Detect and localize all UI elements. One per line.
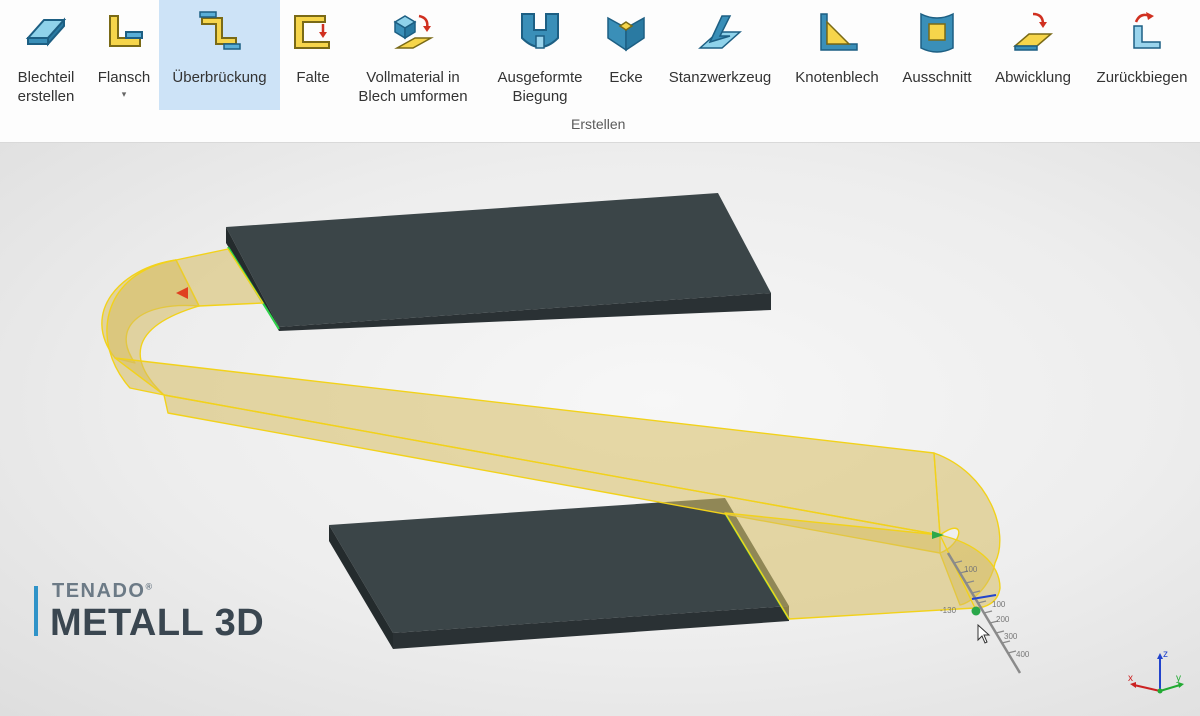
- tool-zurueckbiegen[interactable]: Zurückbiegen: [1086, 0, 1198, 110]
- tool-flansch[interactable]: Flansch ▾: [90, 0, 158, 110]
- convert-solid-icon: [389, 8, 437, 56]
- punch-tool-icon: [696, 8, 744, 56]
- ruler-label: 200: [996, 615, 1010, 624]
- tool-label: Zurückbiegen: [1096, 69, 1188, 86]
- ruler-label: 400: [1016, 650, 1030, 659]
- brand-name: TENADO: [52, 580, 146, 602]
- group-label-text: Erstellen: [571, 116, 626, 132]
- dropdown-caret-icon[interactable]: ▾: [122, 89, 127, 99]
- ruler-label: 100: [964, 565, 978, 574]
- ruler-label: 100: [992, 600, 1006, 609]
- tool-stanzwerkzeug[interactable]: Stanzwerkzeug: [659, 0, 781, 110]
- bridge-icon: [196, 8, 244, 56]
- tool-label: Ecke: [609, 69, 643, 86]
- tool-falte[interactable]: Falte: [286, 0, 340, 110]
- unfold-icon: [1009, 8, 1057, 56]
- gusset-icon: [813, 8, 861, 56]
- axis-label-z: z: [1163, 649, 1168, 660]
- tool-label: Knotenblech: [795, 69, 879, 86]
- tool-label: Flansch: [97, 69, 151, 86]
- tool-label: Ausgeformte Biegung: [497, 69, 583, 105]
- tool-label: Vollmaterial in Blech umformen: [358, 69, 468, 105]
- tool-label: Abwicklung: [995, 69, 1071, 86]
- flange-icon: [100, 8, 148, 56]
- tool-label: Stanzwerkzeug: [668, 69, 772, 86]
- tool-blechteil-erstellen[interactable]: Blechteil erstellen: [4, 0, 88, 110]
- axis-triad-icon[interactable]: z x y: [1122, 645, 1186, 709]
- cutout-icon: [913, 8, 961, 56]
- corner-icon: [602, 8, 650, 56]
- registered-mark: ®: [145, 581, 154, 592]
- refold-icon: [1118, 8, 1166, 56]
- tool-ueberbrueckung[interactable]: Überbrückung: [159, 0, 280, 110]
- mouse-cursor-icon: [977, 623, 991, 644]
- tool-abwicklung[interactable]: Abwicklung: [984, 0, 1082, 110]
- sheet-metal-icon: [22, 8, 70, 56]
- ruler-label: 300: [1004, 632, 1018, 641]
- tool-vollmaterial-umformen[interactable]: Vollmaterial in Blech umformen: [346, 0, 480, 110]
- tool-ausgeformte-biegung[interactable]: Ausgeformte Biegung: [486, 0, 594, 110]
- formed-bend-icon: [516, 8, 564, 56]
- lower-plate[interactable]: [329, 498, 790, 649]
- tool-ausschnitt[interactable]: Ausschnitt: [893, 0, 981, 110]
- 3d-viewport[interactable]: 100 -130 100 200 300 400 TENADO® METALL …: [0, 143, 1200, 716]
- tool-ecke[interactable]: Ecke: [600, 0, 652, 110]
- brand-bar: [34, 586, 38, 636]
- tool-label: Ausschnitt: [902, 69, 972, 86]
- upper-plate[interactable]: [226, 193, 771, 331]
- ribbon: Blechteil erstellen Flansch ▾ Überbrücku…: [0, 0, 1200, 143]
- axis-label-y: y: [1176, 673, 1181, 684]
- ruler-label: -130: [940, 606, 957, 615]
- fold-icon: [289, 8, 337, 56]
- tool-label: Überbrückung: [172, 69, 267, 86]
- drag-handle[interactable]: [971, 606, 981, 616]
- ribbon-tools: Blechteil erstellen Flansch ▾ Überbrücku…: [0, 0, 1200, 112]
- tool-label: Blechteil erstellen: [17, 69, 75, 105]
- brand-line1: TENADO®: [52, 580, 154, 603]
- tool-knotenblech[interactable]: Knotenblech: [786, 0, 888, 110]
- tool-label: Falte: [296, 69, 330, 86]
- brand-line2: METALL 3D: [50, 602, 265, 644]
- axis-label-x: x: [1128, 673, 1133, 684]
